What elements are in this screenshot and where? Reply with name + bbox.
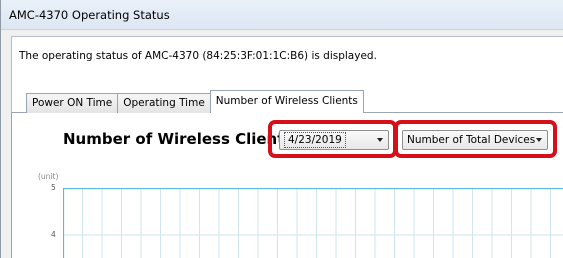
tab-power-on-time[interactable]: Power ON Time — [26, 93, 119, 113]
operating-status-window: AMC-4370 Operating Status The operating … — [0, 0, 563, 258]
tab-number-of-wireless-clients[interactable]: Number of Wireless Clients — [209, 90, 364, 113]
y-axis-unit-label: (unit) — [38, 172, 59, 181]
chart-title: Number of Wireless Clients — [63, 130, 294, 148]
device-select-highlight — [394, 120, 557, 158]
y-tick-label: 4 — [51, 230, 56, 239]
title-bar[interactable]: AMC-4370 Operating Status — [1, 0, 563, 30]
tab-operating-time[interactable]: Operating Time — [117, 93, 211, 113]
y-tick-label: 5 — [51, 183, 56, 192]
status-description: The operating status of AMC-4370 (84:25:… — [19, 50, 377, 62]
tab-strip: Power ON Time Operating Time Number of W… — [26, 90, 364, 113]
chart-plot-area — [63, 188, 563, 258]
window-title: AMC-4370 Operating Status — [9, 8, 170, 22]
date-select-highlight — [268, 120, 397, 158]
